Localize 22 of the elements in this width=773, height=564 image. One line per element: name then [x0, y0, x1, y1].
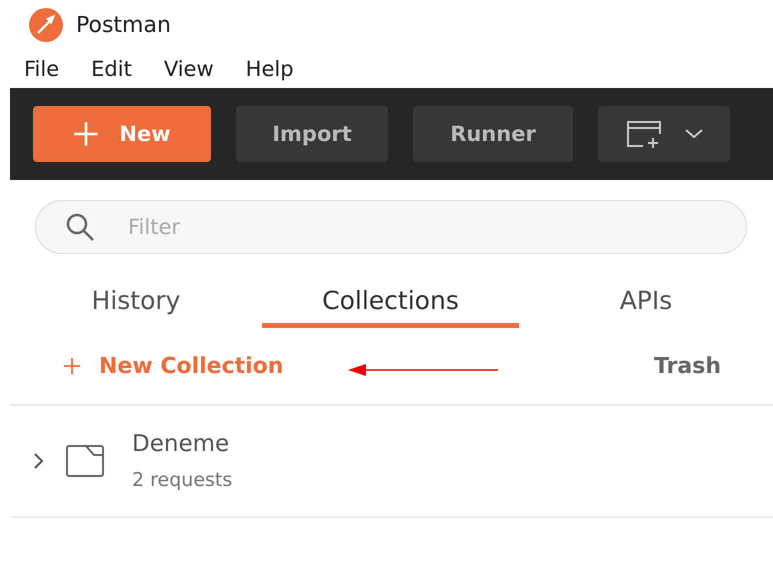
tab[interactable]: Collections — [262, 278, 519, 328]
menu-item[interactable]: Edit — [91, 57, 132, 81]
request-count: 2 requests — [132, 469, 232, 491]
logo-icon — [28, 7, 64, 43]
plus-icon — [63, 357, 81, 375]
trash-button[interactable]: Trash — [654, 354, 721, 378]
folder-icon — [66, 445, 104, 477]
window-title: Postman — [76, 12, 171, 38]
menu-item[interactable]: File — [24, 57, 60, 81]
menu-item[interactable]: Help — [246, 57, 294, 81]
import-button[interactable]: Import — [236, 106, 388, 162]
collection-row[interactable]: Deneme 2 requests — [10, 406, 773, 518]
tab[interactable]: History — [10, 278, 262, 328]
collection-name: Deneme — [132, 431, 230, 457]
menu-item[interactable]: View — [164, 57, 214, 81]
runner-button[interactable]: Runner — [413, 106, 573, 162]
tab[interactable]: APIs — [519, 278, 773, 328]
plus-icon — [73, 121, 100, 147]
filter-field[interactable]: Filter — [35, 200, 747, 254]
new-window-button[interactable] — [598, 106, 730, 162]
chevron-right-icon[interactable] — [32, 452, 46, 470]
chevron-down-icon — [685, 129, 703, 139]
